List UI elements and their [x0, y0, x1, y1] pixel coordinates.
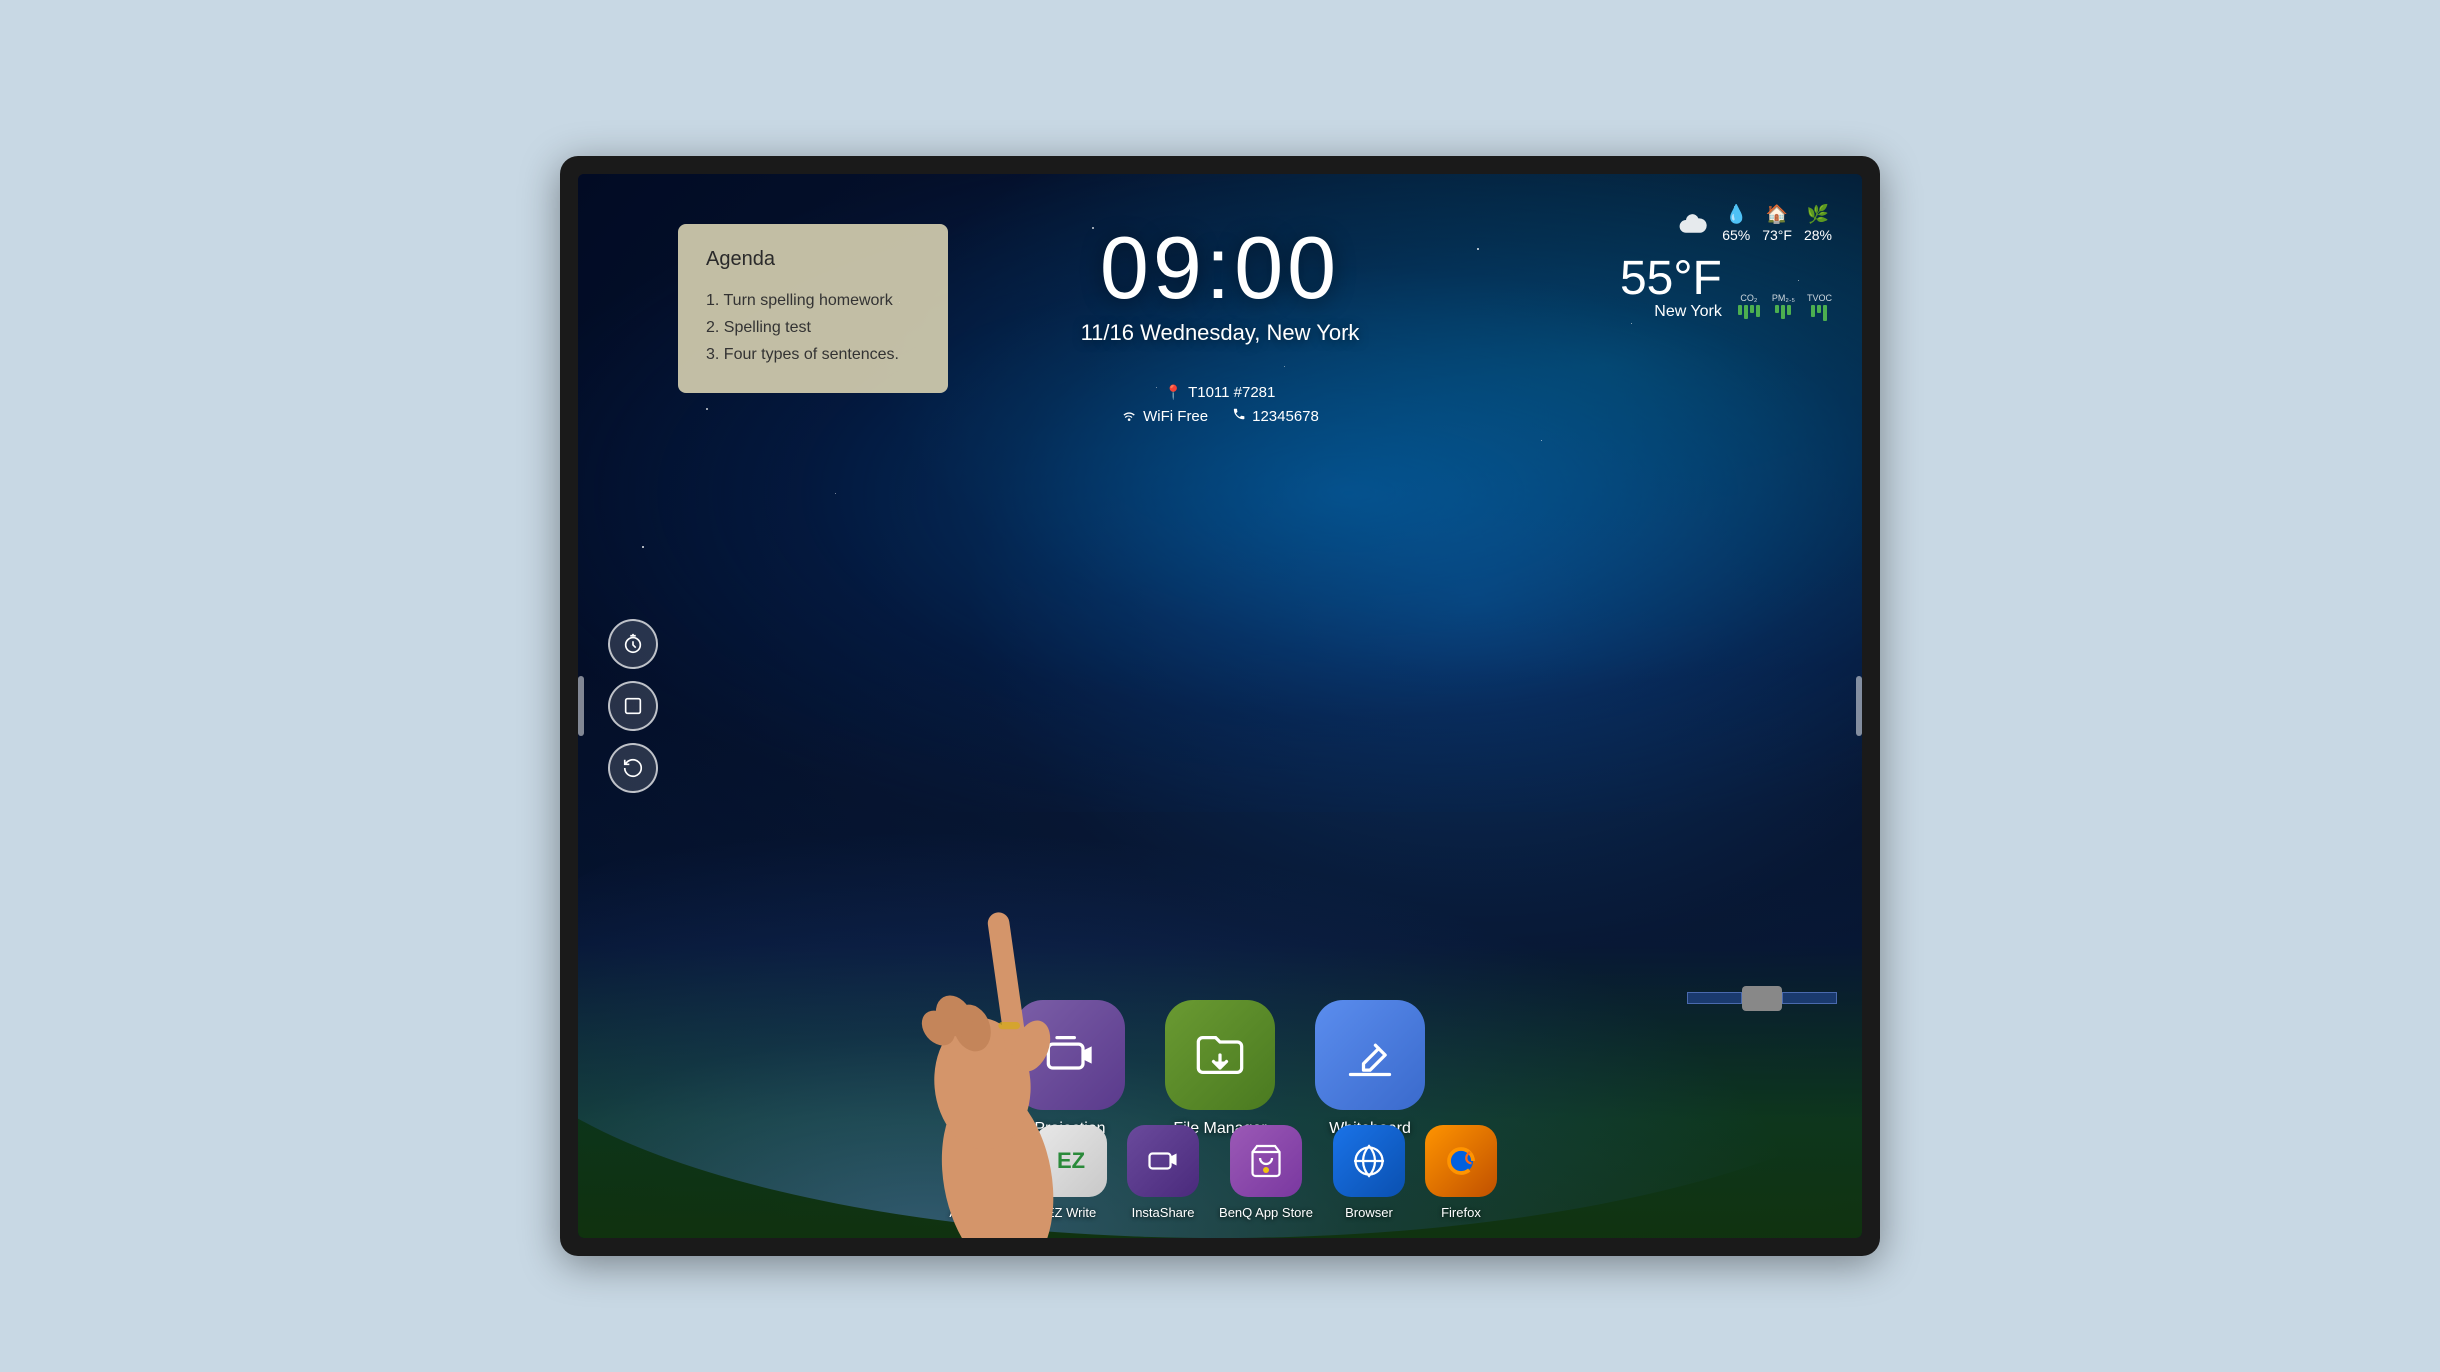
tvoc-bar-1 — [1811, 305, 1815, 317]
device-wifi: WiFi Free — [1121, 408, 1208, 425]
device-row-2: WiFi Free 12345678 — [1121, 407, 1319, 425]
whiteboard-icon — [1344, 1029, 1396, 1081]
co2-bar-2 — [1744, 305, 1748, 319]
agenda-title: Agenda — [706, 248, 920, 271]
co2-bars — [1738, 305, 1760, 319]
benq-store-icon-bg — [1230, 1125, 1302, 1197]
weather-city: New York — [1620, 303, 1722, 321]
whiteboard-icon-bg — [1315, 1000, 1425, 1110]
pm-bars — [1772, 305, 1795, 319]
location-icon: 📍 — [1165, 384, 1182, 401]
file-manager-icon — [1194, 1029, 1246, 1081]
agenda-item-2: 2. Spelling test — [706, 314, 920, 341]
browser-icon — [1351, 1143, 1387, 1179]
weather-cloud-icon — [1678, 212, 1710, 236]
eco-icon: 🌿 — [1807, 204, 1829, 225]
monitor-frame: Agenda 1. Turn spelling homework 2. Spel… — [560, 156, 1880, 1256]
co2-label: CO₂ — [1738, 293, 1760, 303]
device-location-text: T1011 #7281 — [1188, 384, 1275, 401]
device-info: 📍 T1011 #7281 WiFi Free — [1121, 384, 1319, 425]
agenda-item-1: 1. Turn spelling homework — [706, 287, 920, 314]
left-toolbar — [608, 619, 658, 793]
tvoc-bar-2 — [1817, 305, 1821, 313]
wifi-icon — [1121, 408, 1137, 425]
screen: Agenda 1. Turn spelling homework 2. Spel… — [578, 174, 1862, 1238]
weather-row-top: 💧 65% 🏠 73°F 🌿 28% — [1620, 204, 1832, 243]
phone-icon — [1232, 407, 1246, 425]
device-row-1: 📍 T1011 #7281 — [1121, 384, 1319, 401]
hand-svg — [858, 638, 1158, 1238]
co2-bar-4 — [1756, 305, 1760, 317]
pm-bar-2 — [1781, 305, 1785, 319]
browser-label: Browser — [1345, 1205, 1393, 1220]
dock-firefox[interactable]: Firefox — [1425, 1125, 1497, 1220]
browser-icon-bg — [1333, 1125, 1405, 1197]
benq-store-label: BenQ App Store — [1219, 1205, 1313, 1220]
clock-date: 11/16 Wednesday, New York — [1081, 320, 1360, 346]
benq-store-icon — [1248, 1143, 1284, 1179]
firefox-label: Firefox — [1441, 1205, 1481, 1220]
weather-sensors: CO₂ PM₂.₅ — [1738, 293, 1832, 321]
file-manager-icon-bg — [1165, 1000, 1275, 1110]
tvoc-bars — [1807, 305, 1832, 321]
calculator-button[interactable] — [608, 681, 658, 731]
home-temp-value: 73°F — [1762, 227, 1792, 243]
right-handle[interactable] — [1856, 676, 1862, 736]
app-file-manager[interactable]: File Manager — [1165, 1000, 1275, 1138]
phone-text: 12345678 — [1252, 408, 1319, 425]
tvoc-sensor: TVOC — [1807, 293, 1832, 321]
co2-bar-3 — [1750, 305, 1754, 313]
pm-bar-3 — [1787, 305, 1791, 315]
co2-sensor: CO₂ — [1738, 293, 1760, 321]
weather-humidity: 💧 65% — [1722, 204, 1750, 243]
firefox-icon — [1443, 1143, 1479, 1179]
agenda-widget: Agenda 1. Turn spelling homework 2. Spel… — [678, 224, 948, 393]
humidity-icon: 💧 — [1725, 204, 1747, 225]
dock-benq-store[interactable]: BenQ App Store — [1219, 1125, 1313, 1220]
weather-temperature: 55°F — [1620, 255, 1722, 303]
clock-time: 09:00 — [1081, 224, 1360, 312]
home-icon: 🏠 — [1766, 204, 1788, 225]
hand-gesture-overlay — [858, 638, 1158, 1238]
dock-browser[interactable]: Browser — [1333, 1125, 1405, 1220]
co2-bar-1 — [1738, 305, 1742, 315]
firefox-icon-bg — [1425, 1125, 1497, 1197]
pm-bar-1 — [1775, 305, 1779, 313]
weather-temp-city: 55°F New York — [1620, 247, 1722, 321]
tvoc-label: TVOC — [1807, 293, 1832, 303]
humidity-value: 65% — [1722, 227, 1750, 243]
eco-value: 28% — [1804, 227, 1832, 243]
weather-eco: 🌿 28% — [1804, 204, 1832, 243]
agenda-item-3: 3. Four types of sentences. — [706, 341, 920, 368]
timer-button[interactable] — [608, 619, 658, 669]
device-location: 📍 T1011 #7281 — [1165, 384, 1276, 401]
app-whiteboard[interactable]: Whiteboard — [1315, 1000, 1425, 1138]
clock-area: 09:00 11/16 Wednesday, New York — [1081, 224, 1360, 346]
pm-label: PM₂.₅ — [1772, 293, 1795, 303]
tvoc-bar-3 — [1823, 305, 1827, 321]
weather-widget: 💧 65% 🏠 73°F 🌿 28% — [1620, 204, 1832, 321]
content-layer: Agenda 1. Turn spelling homework 2. Spel… — [578, 174, 1862, 1238]
pm-sensor: PM₂.₅ — [1772, 293, 1795, 321]
reset-button[interactable] — [608, 743, 658, 793]
left-handle[interactable] — [578, 676, 584, 736]
wifi-text: WiFi Free — [1143, 408, 1208, 425]
weather-home-temp: 🏠 73°F — [1762, 204, 1792, 243]
device-phone: 12345678 — [1232, 407, 1319, 425]
